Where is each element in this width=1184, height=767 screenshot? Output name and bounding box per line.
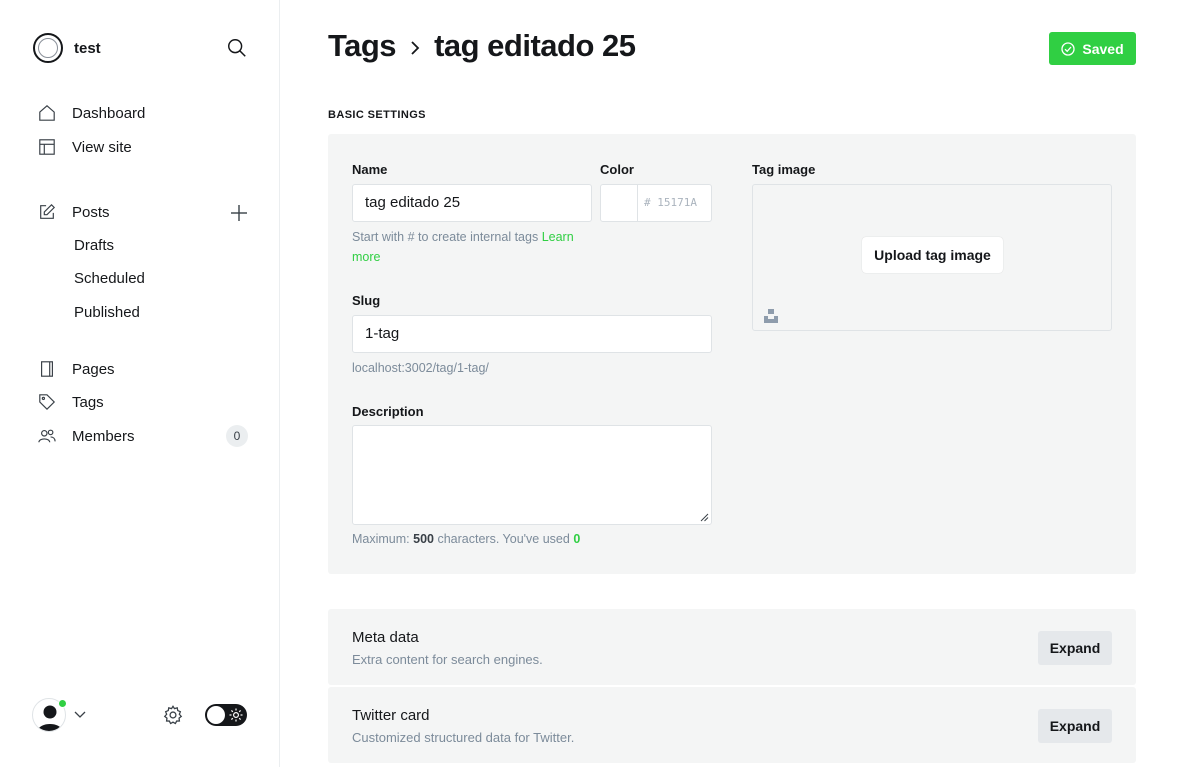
online-status-dot — [58, 699, 67, 708]
basic-settings-panel: Name tag editado 25 Start with # to crea… — [328, 134, 1136, 574]
meta-data-section: Meta data Extra content for search engin… — [328, 609, 1136, 685]
page-title: Tags tag editado 25 — [328, 28, 636, 64]
slug-label: Slug — [352, 293, 381, 308]
home-icon — [39, 105, 55, 121]
name-hint-text: Start with # to create internal tags — [352, 230, 539, 244]
twitter-card-desc: Customized structured data for Twitter. — [352, 730, 575, 745]
desc-max: 500 — [413, 532, 434, 546]
description-textarea[interactable] — [352, 425, 712, 525]
name-hint: Start with # to create internal tags Lea… — [352, 227, 597, 267]
tag-icon — [39, 394, 56, 411]
name-label: Name — [352, 162, 388, 177]
sun-icon — [229, 708, 243, 722]
slug-input[interactable]: 1-tag — [352, 315, 712, 353]
nav-dashboard-label: Dashboard — [72, 104, 146, 122]
nav-view-site-label: View site — [72, 138, 132, 156]
nav-scheduled[interactable]: Scheduled — [74, 269, 145, 289]
tag-image-dropzone[interactable]: Upload tag image — [752, 184, 1112, 331]
sidebar: test Dashboard View site Posts Drafts Sc… — [0, 0, 280, 767]
site-name: test — [74, 39, 101, 57]
description-hint: Maximum: 500 characters. You've used 0 — [352, 529, 580, 549]
nav-drafts[interactable]: Drafts — [74, 236, 114, 256]
upload-tag-image-button[interactable]: Upload tag image — [862, 237, 1003, 273]
desc-used-count: 0 — [573, 532, 581, 546]
slug-url: localhost:3002/tag/1-tag/ — [352, 361, 489, 375]
site-brand[interactable]: test — [33, 33, 101, 63]
nav-pages-label: Pages — [72, 360, 115, 378]
twitter-card-expand-button[interactable]: Expand — [1038, 709, 1112, 743]
nav-members-label: Members — [72, 427, 135, 445]
nav-published[interactable]: Published — [74, 303, 140, 323]
chevron-right-icon — [411, 41, 420, 55]
breadcrumb-tags[interactable]: Tags — [328, 28, 397, 64]
section-label-basic: BASIC SETTINGS — [328, 109, 426, 121]
twitter-card-section: Twitter card Customized structured data … — [328, 687, 1136, 763]
nav-pages[interactable]: Pages — [38, 357, 115, 381]
color-label: Color — [600, 162, 634, 177]
twitter-card-title: Twitter card — [352, 707, 430, 724]
search-icon[interactable] — [226, 37, 248, 59]
new-post-plus-icon[interactable] — [229, 203, 249, 223]
nav-tags-label: Tags — [72, 393, 104, 411]
chevron-down-icon[interactable] — [74, 708, 86, 720]
nav-posts[interactable]: Posts — [38, 200, 110, 224]
name-input[interactable]: tag editado 25 — [352, 184, 592, 222]
toggle-knob — [207, 706, 225, 724]
theme-toggle[interactable] — [205, 704, 247, 726]
tag-image-label: Tag image — [752, 162, 816, 177]
meta-data-desc: Extra content for search engines. — [352, 652, 543, 667]
nav-members[interactable]: Members — [38, 424, 135, 448]
gear-icon[interactable] — [162, 704, 184, 726]
members-count-badge: 0 — [226, 425, 248, 447]
site-logo — [33, 33, 63, 63]
check-circle-icon — [1061, 41, 1076, 56]
description-label: Description — [352, 404, 424, 419]
desc-hint-prefix: Maximum: — [352, 532, 410, 546]
color-input[interactable]: # 15171A — [637, 184, 712, 222]
desc-hint-mid: characters. You've used — [437, 532, 570, 546]
edit-icon — [40, 203, 56, 219]
nav-view-site[interactable]: View site — [38, 135, 132, 159]
meta-data-expand-button[interactable]: Expand — [1038, 631, 1112, 665]
meta-data-title: Meta data — [352, 629, 419, 646]
nav-tags[interactable]: Tags — [38, 390, 104, 414]
tag-name-title: tag editado 25 — [434, 28, 636, 63]
nav-posts-label: Posts — [72, 203, 110, 221]
page-icon — [41, 361, 53, 377]
members-icon — [38, 429, 56, 443]
save-button-label: Saved — [1082, 40, 1124, 57]
layout-icon — [39, 139, 55, 155]
unsplash-icon[interactable] — [763, 307, 779, 323]
nav-dashboard[interactable]: Dashboard — [38, 101, 145, 125]
color-swatch[interactable] — [600, 184, 638, 222]
resize-grip-icon[interactable] — [700, 513, 709, 522]
save-button[interactable]: Saved — [1049, 32, 1136, 65]
